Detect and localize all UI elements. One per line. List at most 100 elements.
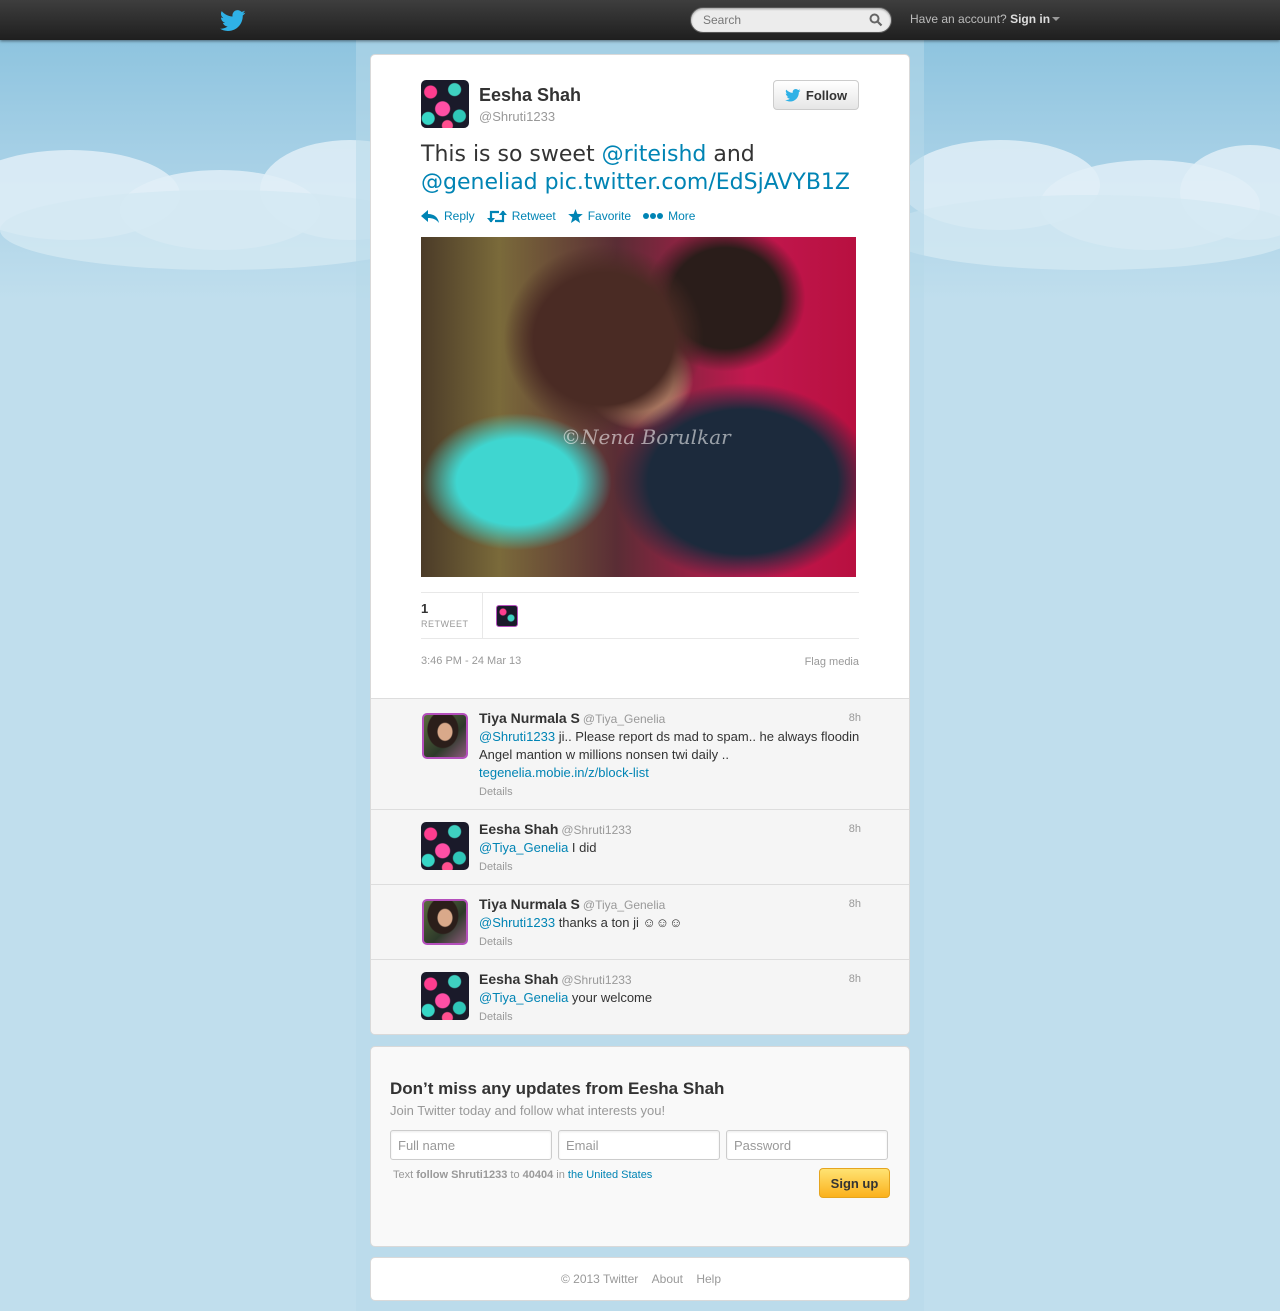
email-field[interactable] [558, 1130, 720, 1160]
more-label: More [668, 209, 696, 223]
chevron-down-icon[interactable] [1052, 17, 1061, 21]
sms-in-label: in [556, 1169, 565, 1181]
favorite-button[interactable]: Favorite [567, 209, 631, 223]
flag-media-link[interactable]: Flag media [805, 656, 859, 668]
signup-title: Don’t miss any updates from Eesha Shah [390, 1079, 725, 1098]
author-name[interactable]: Eesha Shah [479, 85, 581, 106]
reply-label: Reply [444, 209, 475, 223]
retweet-button[interactable]: Retweet [486, 209, 556, 223]
reply-author[interactable]: Eesha Shah @Shruti1233 [479, 971, 632, 987]
reply-author-handle[interactable]: @Tiya_Genelia [583, 712, 665, 726]
reply-author[interactable]: Tiya Nurmala S @Tiya_Genelia [479, 710, 665, 726]
sms-command: follow Shruti1233 [416, 1169, 508, 1181]
reply-author-name[interactable]: Eesha Shah [479, 821, 558, 837]
reply-author-handle[interactable]: @Tiya_Genelia [583, 898, 665, 912]
reply-avatar[interactable] [421, 972, 469, 1020]
account-question: Have an account? [910, 12, 1007, 26]
cloud [880, 195, 1280, 270]
sms-country-link[interactable]: the United States [568, 1169, 652, 1181]
reply-item: Tiya Nurmala S @Tiya_Genelia 8h @Shruti12… [371, 884, 909, 959]
password-field[interactable] [726, 1130, 888, 1160]
sign-in-link[interactable]: Sign in [1010, 12, 1050, 26]
tweet-actions: Reply Retweet Favorite More [421, 209, 707, 223]
reply-text: @Tiya_Genelia I did Details [479, 839, 864, 876]
twitter-bird-icon [785, 88, 801, 101]
reply-button[interactable]: Reply [421, 209, 475, 223]
sms-to-label: to [510, 1169, 520, 1181]
reply-author[interactable]: Eesha Shah @Shruti1233 [479, 821, 632, 837]
tweet-card: Eesha Shah @Shruti1233 Follow This is so… [370, 54, 910, 1035]
media-link[interactable]: pic.twitter.com/EdSjAVYB1Z [545, 170, 850, 195]
reply-avatar[interactable] [421, 822, 469, 870]
reply-body: your welcome [568, 990, 653, 1005]
retweet-icon [486, 210, 507, 222]
follow-button-label: Follow [805, 87, 848, 103]
mention-riteishd[interactable]: @riteishd [602, 142, 707, 167]
reply-time[interactable]: 8h [849, 898, 861, 910]
retweet-count-label: RETWEET [421, 619, 469, 629]
tweet-text: This is so sweet @riteishd and @geneliad… [421, 141, 861, 197]
reply-author-name[interactable]: Eesha Shah [479, 971, 558, 987]
replies-list: Tiya Nurmala S @Tiya_Genelia 8h @Shruti12… [371, 698, 909, 1034]
reply-item: Tiya Nurmala S @Tiya_Genelia 8h @Shruti12… [371, 698, 909, 809]
reply-avatar[interactable] [422, 713, 468, 759]
reply-details-link[interactable]: Details [479, 933, 864, 951]
reply-text: @Tiya_Genelia your welcome Details [479, 989, 864, 1026]
retweet-label: Retweet [511, 209, 556, 223]
reply-link[interactable]: tegenelia.mobie.in/z/block-list [479, 765, 649, 780]
search-box[interactable] [690, 7, 892, 33]
reply-author-name[interactable]: Tiya Nurmala S [479, 896, 580, 912]
reply-body: I did [568, 840, 597, 855]
footer-help-link[interactable]: Help [696, 1272, 721, 1286]
reply-details-link[interactable]: Details [479, 858, 864, 876]
reply-time[interactable]: 8h [849, 973, 861, 985]
tweet-timestamp[interactable]: 3:46 PM - 24 Mar 13 [421, 655, 521, 667]
sms-follow-hint: Text follow Shruti1233 to 40404 in the U… [393, 1169, 652, 1181]
reply-mention[interactable]: @Tiya_Genelia [479, 990, 568, 1005]
reply-text: @Shruti1233 ji.. Please report ds mad to… [479, 728, 864, 801]
author-handle[interactable]: @Shruti1233 [479, 109, 555, 124]
reply-details-link[interactable]: Details [479, 1008, 864, 1026]
footer-copyright: © 2013 Twitter [560, 1272, 639, 1286]
star-icon [567, 209, 583, 223]
reply-icon [421, 209, 439, 223]
search-input[interactable] [703, 13, 863, 27]
footer: © 2013 Twitter About Help [370, 1257, 910, 1301]
account-prompt: Have an account? Sign in [910, 12, 1061, 26]
full-name-field[interactable] [390, 1130, 552, 1160]
sms-number: 40404 [522, 1169, 554, 1181]
photo-watermark: ©Nena Borulkar [561, 425, 731, 449]
signup-subtitle: Join Twitter today and follow what inter… [390, 1103, 666, 1118]
search-icon[interactable] [869, 13, 883, 27]
reply-mention[interactable]: @Shruti1233 [479, 729, 555, 744]
reply-author[interactable]: Tiya Nurmala S @Tiya_Genelia [479, 896, 665, 912]
more-dots-icon [643, 213, 664, 219]
reply-avatar[interactable] [422, 899, 468, 945]
footer-links: © 2013 Twitter About Help [371, 1272, 909, 1286]
retweeter-avatar[interactable] [496, 605, 518, 627]
reply-author-handle[interactable]: @Shruti1233 [561, 973, 631, 987]
retweet-stats: 1 RETWEET [421, 592, 859, 639]
divider [482, 593, 483, 639]
reply-text: @Shruti1233 thanks a ton ji ☺☺☺ Details [479, 914, 864, 951]
reply-time[interactable]: 8h [849, 823, 861, 835]
sign-up-button[interactable]: Sign up [819, 1168, 890, 1198]
mention-geneliad[interactable]: @geneliad [421, 170, 538, 195]
reply-details-link[interactable]: Details [479, 783, 864, 801]
author-avatar[interactable] [421, 80, 469, 128]
reply-item: Eesha Shah @Shruti1233 8h @Tiya_Genelia I… [371, 809, 909, 884]
tweet-photo[interactable]: ©Nena Borulkar [421, 237, 856, 577]
reply-time[interactable]: 8h [849, 712, 861, 724]
retweet-count[interactable]: 1 [421, 601, 428, 616]
reply-item: Eesha Shah @Shruti1233 8h @Tiya_Genelia y… [371, 959, 909, 1034]
follow-button[interactable]: Follow [773, 80, 859, 110]
footer-about-link[interactable]: About [652, 1272, 683, 1286]
reply-author-name[interactable]: Tiya Nurmala S [479, 710, 580, 726]
reply-mention[interactable]: @Tiya_Genelia [479, 840, 568, 855]
top-navigation-bar: Have an account? Sign in [0, 0, 1280, 40]
twitter-bird-icon[interactable] [220, 10, 246, 32]
signup-card: Don’t miss any updates from Eesha Shah J… [370, 1046, 910, 1247]
reply-mention[interactable]: @Shruti1233 [479, 915, 555, 930]
reply-author-handle[interactable]: @Shruti1233 [561, 823, 631, 837]
more-button[interactable]: More [643, 209, 695, 223]
